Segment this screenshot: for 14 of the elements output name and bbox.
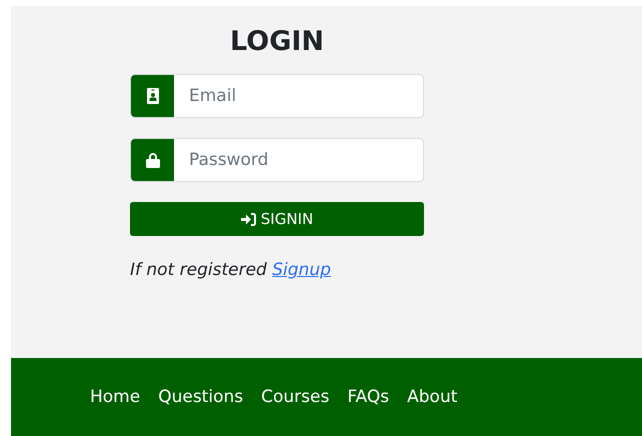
footer-link[interactable]: FAQs	[347, 387, 390, 407]
id-card-icon	[146, 88, 158, 104]
signup-link[interactable]: Signup	[272, 260, 331, 280]
footer-link[interactable]: Questions	[158, 387, 244, 407]
input-field[interactable]: Email	[130, 74, 424, 118]
footer-link[interactable]: Home	[90, 387, 140, 407]
signin-button[interactable]: SIGNIN	[130, 202, 424, 236]
lock-icon	[146, 152, 160, 168]
login-title: LOGIN	[229, 26, 325, 58]
footer-link[interactable]: About	[407, 387, 458, 407]
input-field[interactable]: Password	[130, 138, 424, 182]
sign-in-icon	[240, 212, 256, 226]
register-note: If not registered	[130, 260, 267, 280]
footer-link[interactable]: Courses	[261, 387, 330, 407]
